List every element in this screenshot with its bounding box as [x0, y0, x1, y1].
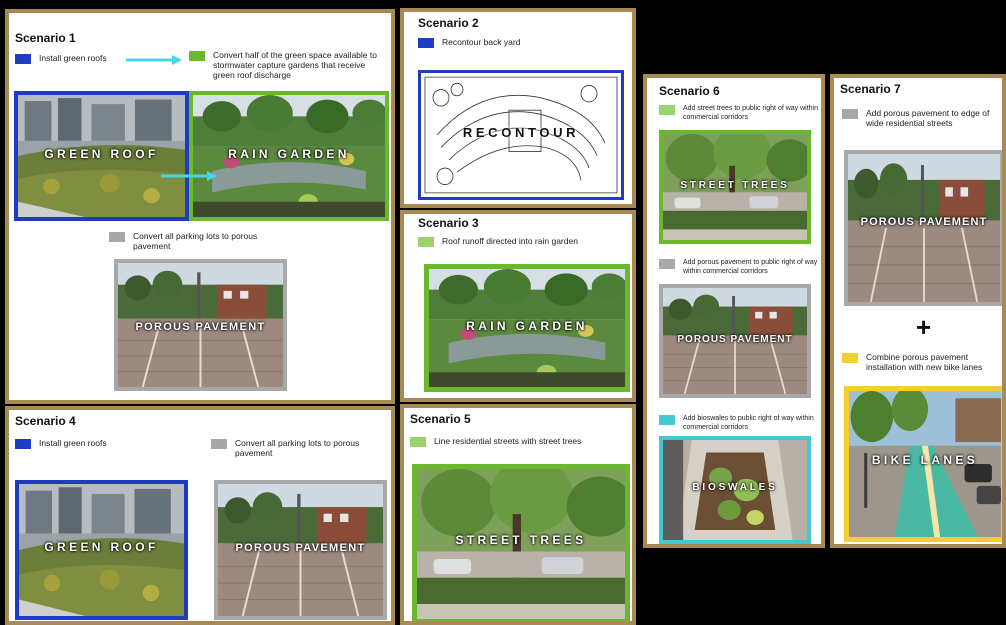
swatch-street-trees — [659, 105, 675, 115]
legend-label: Add porous pavement to edge of wide resi… — [866, 108, 990, 128]
legend-roof-runoff: Roof runoff directed into rain garden — [418, 236, 628, 247]
swatch-rain-garden — [189, 51, 205, 61]
legend-label: Combine porous pavement installation wit… — [866, 352, 983, 372]
swatch-porous-pavement — [109, 232, 125, 242]
scenario-3-panel: Scenario 3 Roof runoff directed into rai… — [400, 210, 636, 402]
swatch-bioswales — [659, 415, 675, 425]
scenario-5-panel: Scenario 5 Line residential streets with… — [400, 404, 636, 625]
photo-bioswales: BIOSWALES — [659, 436, 811, 544]
label-porous-pavement: POROUS PAVEMENT — [677, 334, 793, 345]
legend-label: Line residential streets with street tre… — [434, 436, 582, 446]
label-recontour: RECONTOUR — [462, 125, 580, 140]
photo-porous-pavement: POROUS PAVEMENT — [114, 259, 287, 391]
photo-street-trees: STREET TREES — [659, 130, 811, 244]
legend-label: Add bioswales to public right of way wit… — [683, 415, 814, 431]
swatch-recontour — [418, 38, 434, 48]
photo-porous-pavement: POROUS PAVEMENT — [659, 284, 811, 398]
photo-green-roof: GREEN ROOF — [15, 480, 188, 620]
photo-recontour-plan: RECONTOUR — [418, 70, 624, 200]
legend-parking-lots: Convert all parking lots to porous pavem… — [211, 438, 361, 458]
scenario-2-title: Scenario 2 — [418, 16, 479, 30]
swatch-porous-pavement — [211, 439, 227, 449]
label-green-roof: GREEN ROOF — [44, 147, 159, 161]
arrow-icon — [161, 171, 217, 181]
legend-street-trees: Add street trees to public right of way … — [659, 104, 821, 122]
legend-bike-lanes: Combine porous pavement installation wit… — [842, 352, 1002, 372]
photo-rain-garden: RAIN GARDEN — [424, 264, 630, 392]
label-street-trees: STREET TREES — [680, 180, 790, 191]
legend-label: Install green roofs — [39, 438, 107, 448]
legend-bioswales: Add bioswales to public right of way wit… — [659, 414, 821, 432]
legend-label: Add street trees to public right of way … — [683, 105, 819, 121]
scenario-4-panel: Scenario 4 Install green roofs Convert a… — [5, 406, 395, 625]
legend-porous-pavement: Add porous pavement to edge of wide resi… — [842, 108, 1002, 128]
legend-convert-green-space: Convert half of the green space availabl… — [189, 50, 389, 80]
legend-porous-pavement: Add porous pavement to public right of w… — [659, 258, 821, 276]
legend-green-roofs: Install green roofs — [15, 53, 125, 64]
scenario-6-title: Scenario 6 — [659, 84, 720, 98]
label-rain-garden: RAIN GARDEN — [228, 147, 350, 161]
swatch-porous-pavement — [842, 109, 858, 119]
scenario-2-panel: Scenario 2 Recontour back yard RECONTOUR — [400, 8, 636, 208]
legend-parking-lots: Convert all parking lots to porous pavem… — [109, 231, 259, 251]
legend-label: Convert all parking lots to porous pavem… — [235, 438, 360, 458]
arrow-icon — [126, 55, 182, 65]
photo-street-trees: STREET TREES — [412, 464, 630, 621]
label-bike-lanes: BIKE LANES — [871, 453, 979, 467]
swatch-green-roof — [15, 54, 31, 64]
swatch-rain-garden — [418, 237, 434, 247]
swatch-bike-lanes — [842, 353, 858, 363]
legend-label: Add porous pavement to public right of w… — [683, 259, 818, 275]
legend-label: Install green roofs — [39, 53, 107, 63]
scenario-7-panel: Scenario 7 Add porous pavement to edge o… — [830, 74, 1006, 548]
legend-green-roofs: Install green roofs — [15, 438, 125, 449]
scenario-5-title: Scenario 5 — [410, 412, 471, 426]
label-porous-pavement: POROUS PAVEMENT — [235, 542, 366, 554]
photo-bike-lanes: BIKE LANES — [844, 386, 1002, 542]
swatch-street-trees — [410, 437, 426, 447]
scenario-1-panel: Scenario 1 Install green roofs Convert h… — [5, 9, 395, 404]
photo-rain-garden: RAIN GARDEN — [189, 91, 389, 221]
photo-porous-pavement: POROUS PAVEMENT — [844, 150, 1002, 306]
label-bioswales: BIOSWALES — [692, 482, 778, 493]
scenario-6-panel: Scenario 6 Add street trees to public ri… — [643, 74, 825, 548]
legend-label: Recontour back yard — [442, 37, 521, 47]
label-porous-pavement: POROUS PAVEMENT — [135, 321, 266, 333]
legend-label: Convert all parking lots to porous pavem… — [133, 231, 258, 251]
legend-label: Convert half of the green space availabl… — [213, 50, 377, 80]
label-porous-pavement: POROUS PAVEMENT — [860, 216, 988, 228]
scenario-4-title: Scenario 4 — [15, 414, 76, 428]
scenario-1-title: Scenario 1 — [15, 31, 76, 45]
label-green-roof: GREEN ROOF — [44, 540, 159, 554]
legend-label: Roof runoff directed into rain garden — [442, 236, 578, 246]
label-rain-garden: RAIN GARDEN — [466, 319, 588, 333]
legend-street-trees: Line residential streets with street tre… — [410, 436, 620, 447]
swatch-green-roof — [15, 439, 31, 449]
scenario-3-title: Scenario 3 — [418, 216, 479, 230]
scenario-7-title: Scenario 7 — [840, 82, 901, 96]
porous-pavement-image — [848, 154, 1000, 302]
swatch-porous-pavement — [659, 259, 675, 269]
photo-green-roof: GREEN ROOF — [14, 91, 189, 221]
photo-porous-pavement: POROUS PAVEMENT — [214, 480, 387, 620]
label-street-trees: STREET TREES — [455, 533, 587, 547]
legend-recontour: Recontour back yard — [418, 37, 618, 48]
plus-icon: + — [916, 312, 932, 342]
